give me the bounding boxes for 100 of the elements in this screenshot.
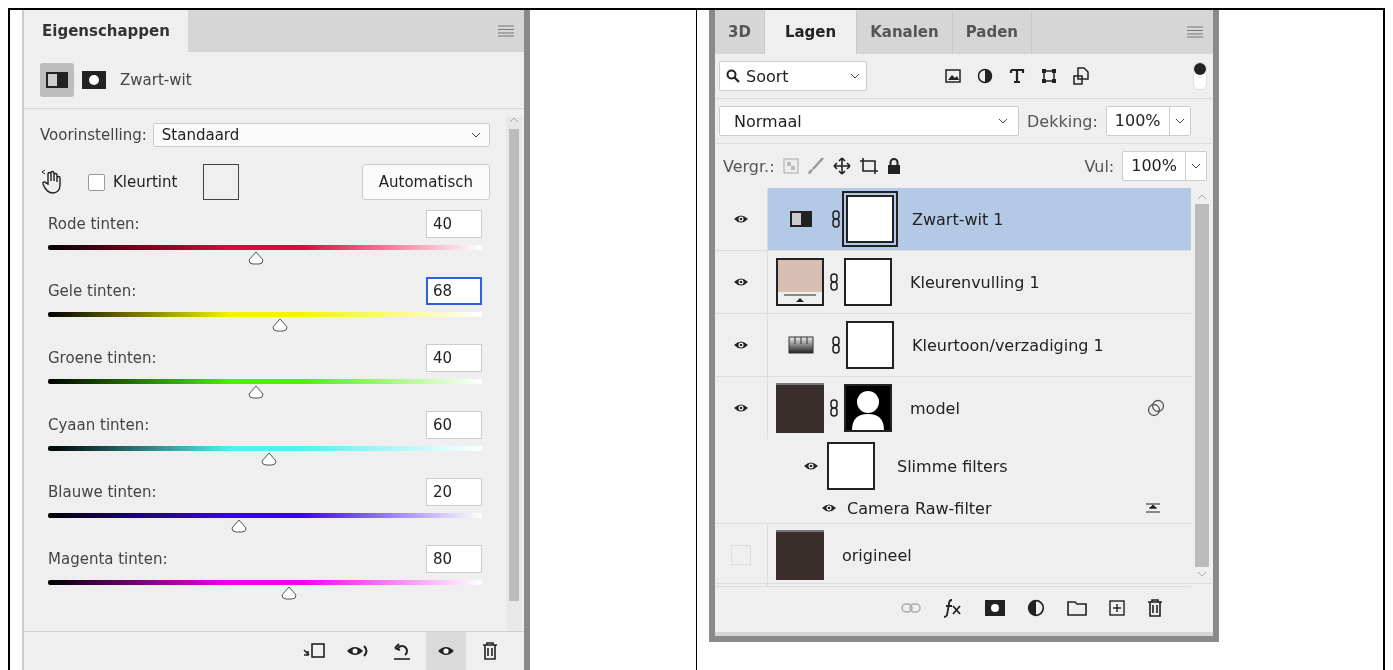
chevron-down-icon[interactable] [471,132,481,138]
layer-row[interactable]: model [767,377,1191,439]
filter-mask-thumbnail[interactable] [827,442,875,490]
chevron-down-icon[interactable] [850,73,860,79]
fill-field[interactable]: 100% [1122,151,1207,181]
menu-icon[interactable] [1187,26,1203,38]
chevron-down-icon[interactable] [998,118,1008,124]
slider-thumb[interactable] [248,385,265,399]
mask-icon[interactable] [985,600,1005,616]
layer-name: Zwart-wit 1 [912,209,1005,229]
eye-icon[interactable] [821,503,837,513]
layer-name: Kleurtoon/verzadiging 1 [912,335,1105,355]
split-square-icon [790,211,812,227]
smart-filter-icon [1147,399,1165,417]
image-filter-icon[interactable] [945,69,961,83]
panel-tab[interactable]: Eigenschappen [24,10,188,52]
slider-label: Cyaan tinten: [48,416,150,434]
chain-link-icon[interactable] [832,210,840,228]
layer-row[interactable]: Zwart-wit 1 [767,188,1191,250]
value-field[interactable]: 40 [426,344,482,372]
chevron-down-icon[interactable] [1174,118,1185,124]
filter-toggle[interactable] [1193,62,1207,90]
tint-color-swatch[interactable] [203,164,240,200]
slider-thumb[interactable] [230,519,247,533]
eye-icon[interactable] [733,214,749,224]
shape-filter-icon[interactable] [1041,68,1057,84]
filter-dropdown[interactable]: Soort [719,61,867,91]
layer-row[interactable]: Kleurtoon/verzadiging 1 [767,314,1191,376]
layer-mask-thumbnail[interactable] [846,321,894,369]
scrollbar-thumb[interactable] [1195,204,1209,567]
opacity-label: Dekking: [1027,111,1098,131]
eye-icon[interactable] [733,403,749,413]
layer-row[interactable]: origineel [767,524,1191,586]
auto-button[interactable]: Automatisch [361,164,490,200]
layer-mask-thumbnail[interactable] [844,258,892,306]
filter-options-icon[interactable] [1145,502,1161,514]
chain-link-icon[interactable] [830,399,838,417]
value-field[interactable]: 68 [426,277,482,305]
split-square-icon [46,72,68,88]
hand-adjust-icon[interactable] [40,170,64,194]
slider-thumb[interactable] [280,586,297,600]
photo-placeholder[interactable] [776,530,824,580]
slider-thumb[interactable] [248,251,265,265]
chain-link-icon[interactable] [832,336,840,354]
filter-name[interactable]: Camera Raw-filter [847,498,1137,518]
clip-to-layer-icon [302,642,326,660]
slider-thumb[interactable] [272,318,289,332]
slider-label: Magenta tinten: [48,550,168,568]
footer-button[interactable] [426,632,466,670]
adjustment-mode-button[interactable] [40,63,74,97]
adjustment-filter-icon[interactable] [977,68,993,84]
view-previous-icon [346,643,370,659]
lock-label: Vergr.: [723,156,775,176]
color-fill-thumbnail[interactable] [776,258,824,306]
trash-icon [1147,599,1163,617]
layer-row[interactable]: Kleurenvulling 1 [767,251,1191,313]
preset-dropdown[interactable]: Standaard [152,123,490,147]
trash-icon [482,642,498,660]
slider-thumb[interactable] [261,452,278,466]
slider-label: Blauwe tinten: [48,483,157,501]
type-filter-icon[interactable] [1009,68,1025,84]
slider-label: Gele tinten: [48,282,137,300]
value-field[interactable]: 60 [426,411,482,439]
panel-tab[interactable]: Lagen [764,10,858,54]
silhouette-mask-thumbnail[interactable] [844,384,892,432]
reset-icon [392,642,412,660]
layer-name: origineel [842,545,913,565]
photo-placeholder[interactable] [776,383,824,433]
smart-filters-label: Slimme filters [897,456,1009,476]
layer-name: model [910,398,961,418]
scrollbar-thumb[interactable] [509,129,519,601]
slider-label: Groene tinten: [48,349,157,367]
value-field[interactable]: 20 [426,478,482,506]
lock-icon[interactable] [886,158,901,174]
adjustment-icon[interactable] [1027,599,1045,617]
value-field[interactable]: 80 [426,545,482,573]
folder-icon[interactable] [1067,600,1087,616]
search-icon [726,69,740,83]
chain-link-icon[interactable] [830,273,838,291]
adjustment-name: Zwart-wit [120,71,192,89]
filter-value: Soort [746,66,790,86]
eye-icon[interactable] [803,461,819,471]
chevron-down-icon[interactable] [1191,163,1201,169]
hue-saturation-icon [788,336,814,354]
eye-icon[interactable] [733,340,749,350]
menu-icon[interactable] [498,25,514,37]
value-field[interactable]: 40 [426,210,482,238]
mask-icon[interactable] [82,71,106,89]
layer-name: Kleurenvulling 1 [910,272,1041,292]
new-layer-icon[interactable] [1109,600,1125,616]
tint-checkbox[interactable] [88,173,105,191]
opacity-field[interactable]: 100% [1105,106,1191,136]
eye-icon[interactable] [733,277,749,287]
smart-object-filter-icon[interactable] [1073,67,1089,85]
crop-icon[interactable] [858,157,879,175]
fill-label: Vul: [1084,156,1115,176]
preset-label: Voorinstelling: [40,126,147,144]
blend-mode-dropdown[interactable]: Normaal [719,106,1019,136]
fx-icon[interactable] [943,598,963,618]
move-icon[interactable] [832,157,851,175]
